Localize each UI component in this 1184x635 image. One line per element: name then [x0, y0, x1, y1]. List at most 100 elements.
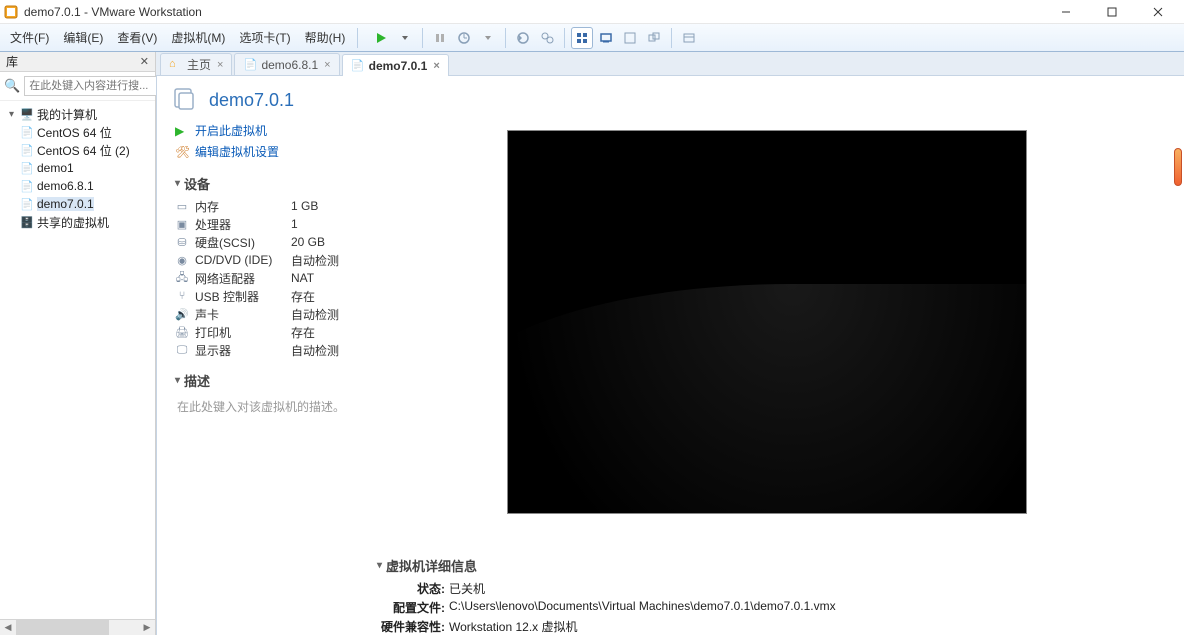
vm-icon: 📄 [20, 161, 34, 175]
tab-close-icon[interactable]: × [324, 59, 330, 71]
menu-view[interactable]: 查看(V) [111, 27, 163, 48]
vm-icon: 📄 [20, 143, 34, 157]
menu-vm[interactable]: 虚拟机(M) [165, 27, 231, 48]
manage-snapshots-icon[interactable] [536, 27, 558, 49]
monitor-gloss [507, 284, 1027, 514]
device-row-printer[interactable]: 🖨打印机存在 [175, 323, 347, 341]
memory-icon: ▭ [175, 200, 189, 213]
tab-vm-active[interactable]: 📄 demo7.0.1 × [342, 54, 449, 76]
sidebar-scrollbar[interactable]: ◀ ▶ [0, 619, 155, 635]
sidebar-close-icon[interactable]: ✕ [140, 55, 149, 68]
console-view-icon[interactable] [595, 27, 617, 49]
details-section-header[interactable]: ▾ 虚拟机详细信息 [377, 556, 1156, 575]
tree-node-vm-selected[interactable]: 📄 demo7.0.1 [2, 195, 155, 213]
vm-large-icon [171, 86, 199, 114]
power-dropdown-icon[interactable] [394, 27, 416, 49]
close-button[interactable] [1144, 2, 1172, 22]
collapse-icon: ▾ [175, 178, 180, 189]
toolbar-separator [671, 28, 672, 48]
vm-header: demo7.0.1 [157, 76, 1184, 120]
expand-icon[interactable]: ▾ [6, 109, 17, 120]
library-icon[interactable] [678, 27, 700, 49]
device-row-memory[interactable]: ▭内存1 GB [175, 197, 347, 215]
tab-close-icon[interactable]: × [433, 60, 439, 72]
vm-tab-icon: 📄 [243, 58, 257, 72]
device-row-display[interactable]: 🖵显示器自动检测 [175, 341, 347, 359]
computer-icon: 🖥️ [20, 107, 34, 121]
device-row-hdd[interactable]: ⛁硬盘(SCSI)20 GB [175, 233, 347, 251]
hdd-icon: ⛁ [175, 236, 189, 249]
thumbnail-view-icon[interactable] [571, 27, 593, 49]
scroll-left-icon[interactable]: ◀ [0, 620, 16, 635]
tree-node-vm[interactable]: 📄 demo6.8.1 [2, 177, 155, 195]
sidebar-header: 库 ✕ [0, 52, 155, 72]
window-title: demo7.0.1 - VMware Workstation [24, 5, 1052, 19]
menubar: 文件(F) 编辑(E) 查看(V) 虚拟机(M) 选项卡(T) 帮助(H) [4, 27, 351, 48]
vm-left-pane: ▶ 开启此虚拟机 🛠 编辑虚拟机设置 ▾ 设备 ▭内存1 GB ▣处理器1 ⛁硬… [157, 120, 357, 635]
sidebar-search: 🔍 ▼ [0, 72, 155, 101]
tab-vm[interactable]: 📄 demo6.8.1 × [234, 53, 339, 75]
sidebar: 库 ✕ 🔍 ▼ ▾ 🖥️ 我的计算机 📄 CentOS 64 位 📄 CentO… [0, 52, 156, 635]
power-on-icon[interactable] [370, 27, 392, 49]
device-row-sound[interactable]: 🔊声卡自动检测 [175, 305, 347, 323]
minimize-button[interactable] [1052, 2, 1080, 22]
cd-icon: ◉ [175, 254, 189, 267]
right-edge-handle[interactable] [1174, 148, 1182, 186]
tree-node-mycomputer[interactable]: ▾ 🖥️ 我的计算机 [2, 105, 155, 123]
tabs-row: ⌂ 主页 × 📄 demo6.8.1 × 📄 demo7.0.1 × [156, 52, 1184, 76]
fullscreen-icon[interactable] [619, 27, 641, 49]
tree-label: demo6.8.1 [37, 179, 94, 193]
tab-label: 主页 [187, 56, 211, 73]
devices-section-header[interactable]: ▾ 设备 [175, 174, 347, 193]
play-icon: ▶ [175, 124, 189, 138]
maximize-button[interactable] [1098, 2, 1126, 22]
unity-icon[interactable] [643, 27, 665, 49]
tree-node-vm[interactable]: 📄 CentOS 64 位 [2, 123, 155, 141]
tree-node-vm[interactable]: 📄 demo1 [2, 159, 155, 177]
snapshot-icon[interactable] [453, 27, 475, 49]
vm-tab-icon: 📄 [351, 59, 365, 73]
tab-close-icon[interactable]: × [217, 59, 223, 71]
menu-help[interactable]: 帮助(H) [299, 27, 352, 48]
device-row-usb[interactable]: ⑂USB 控制器存在 [175, 287, 347, 305]
collapse-icon: ▾ [377, 560, 382, 571]
detail-row-state: 状态:已关机 [377, 579, 1156, 598]
tab-home[interactable]: ⌂ 主页 × [160, 53, 232, 75]
vm-tree: ▾ 🖥️ 我的计算机 📄 CentOS 64 位 📄 CentOS 64 位 (… [0, 101, 155, 619]
scroll-right-icon[interactable]: ▶ [139, 620, 155, 635]
menu-tabs[interactable]: 选项卡(T) [233, 27, 296, 48]
tree-label: demo7.0.1 [37, 197, 94, 211]
sidebar-title: 库 [6, 53, 18, 70]
tree-label: 我的计算机 [37, 106, 97, 123]
action-label: 编辑虚拟机设置 [195, 143, 279, 160]
device-row-cd[interactable]: ◉CD/DVD (IDE)自动检测 [175, 251, 347, 269]
edit-icon: 🛠 [175, 145, 189, 159]
description-section-header[interactable]: ▾ 描述 [175, 371, 347, 390]
vm-icon: 📄 [20, 179, 34, 193]
vm-console-preview[interactable] [507, 130, 1027, 514]
edit-settings-link[interactable]: 🛠 编辑虚拟机设置 [175, 141, 347, 162]
scroll-thumb[interactable] [16, 620, 109, 635]
tab-label: demo6.8.1 [261, 58, 318, 72]
tree-label: CentOS 64 位 [37, 124, 112, 141]
menu-file[interactable]: 文件(F) [4, 27, 55, 48]
sound-icon: 🔊 [175, 308, 189, 321]
revert-icon[interactable] [512, 27, 534, 49]
device-row-cpu[interactable]: ▣处理器1 [175, 215, 347, 233]
tree-node-vm[interactable]: 📄 CentOS 64 位 (2) [2, 141, 155, 159]
section-title: 设备 [184, 174, 210, 193]
section-title: 虚拟机详细信息 [386, 556, 477, 575]
tree-node-shared[interactable]: 🗄️ 共享的虚拟机 [2, 213, 155, 231]
tree-label: 共享的虚拟机 [37, 214, 109, 231]
search-input[interactable] [24, 76, 176, 96]
description-placeholder[interactable]: 在此处键入对该虚拟机的描述。 [175, 394, 347, 419]
shared-icon: 🗄️ [20, 215, 34, 229]
device-row-network[interactable]: 🖧网络适配器NAT [175, 269, 347, 287]
detail-row-compat: 硬件兼容性:Workstation 12.x 虚拟机 [377, 617, 1156, 635]
menu-edit[interactable]: 编辑(E) [57, 27, 109, 48]
titlebar: demo7.0.1 - VMware Workstation [0, 0, 1184, 24]
power-on-link[interactable]: ▶ 开启此虚拟机 [175, 120, 347, 141]
snapshot-dropdown-icon[interactable] [477, 27, 499, 49]
tab-label: demo7.0.1 [369, 59, 428, 73]
suspend-icon[interactable] [429, 27, 451, 49]
